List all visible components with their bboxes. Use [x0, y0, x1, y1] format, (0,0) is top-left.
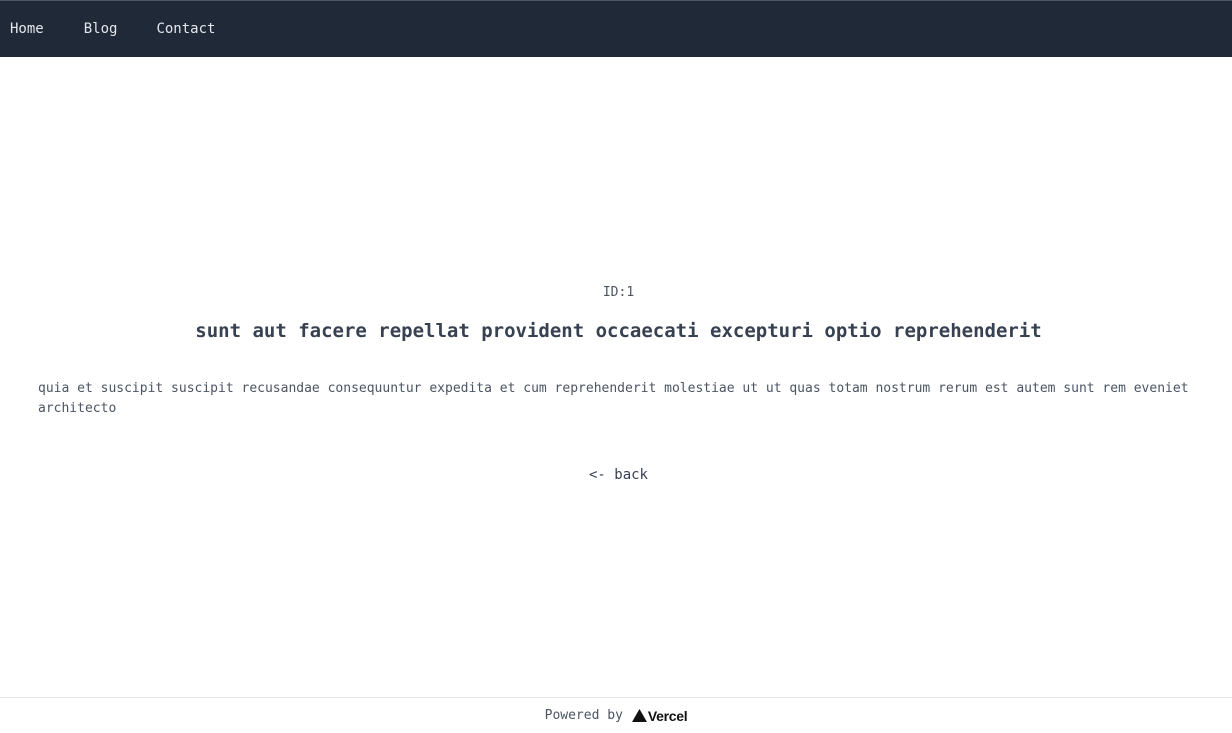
powered-by-text: Powered by [544, 708, 623, 723]
nav-link-home[interactable]: Home [0, 1, 54, 57]
vercel-link[interactable]: Vercel [627, 707, 688, 724]
vercel-triangle-icon [631, 709, 647, 722]
nav-link-blog[interactable]: Blog [74, 1, 128, 57]
post-id-label: ID:1 [602, 285, 635, 300]
post-body: quia et suscipit suscipit recusandae con… [38, 381, 1189, 416]
post-detail: ID:1 sunt aut facere repellat provident … [0, 57, 1232, 697]
footer: Powered by Vercel [0, 697, 1232, 733]
vercel-wordmark: Vercel [647, 707, 688, 724]
post-title: sunt aut facere repellat provident occae… [195, 320, 1042, 342]
nav-link-contact[interactable]: Contact [146, 1, 225, 57]
back-link[interactable]: <- back [0, 467, 1232, 483]
top-navbar: Home Blog Contact [0, 0, 1232, 57]
